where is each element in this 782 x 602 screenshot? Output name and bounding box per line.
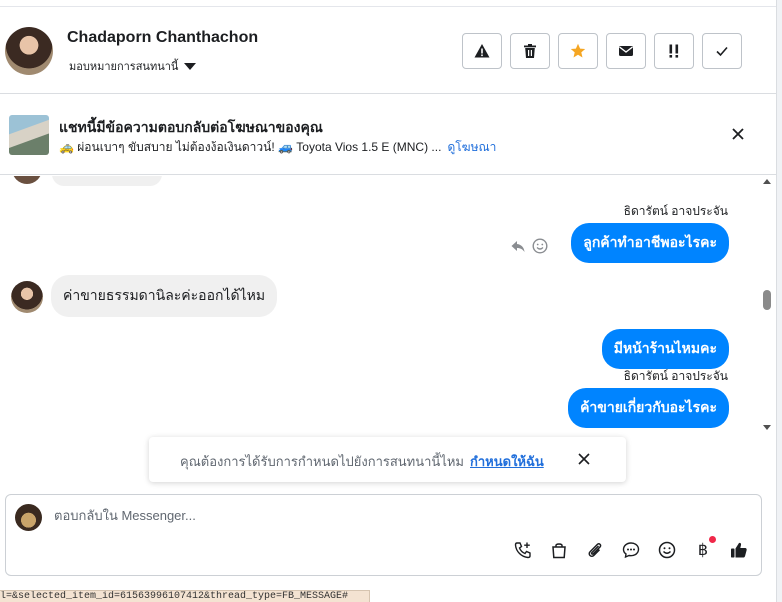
ad-banner-subtitle: 🚕 ผ่อนเบาๆ ขับสบาย ไม่ต้องง้อเงินดาวน์! …: [59, 138, 496, 157]
assign-label: มอบหมายการสนทนานี้: [69, 61, 179, 73]
window-edge: [776, 0, 782, 602]
message-hover-actions: [510, 238, 548, 254]
outgoing-message[interactable]: ลูกค้าทำอาชีพอะไรคะ: [571, 223, 729, 263]
contact-name[interactable]: Chadaporn Chanthachon: [67, 29, 258, 47]
reply-composer: ฿: [5, 494, 762, 576]
close-icon[interactable]: [577, 452, 591, 466]
mark-done-button[interactable]: [702, 33, 742, 69]
saved-replies-button[interactable]: [622, 540, 640, 560]
notification-dot: [709, 536, 716, 543]
star-icon: [570, 43, 586, 58]
incoming-bubble-partial: [52, 176, 162, 186]
ad-caption: 🚕 ผ่อนเบาๆ ขับสบาย ไม่ต้องง้อเงินดาวน์! …: [59, 140, 442, 154]
assign-prompt-toast: คุณต้องการได้รับการกำหนดไปยังการสนทนานี้…: [149, 437, 626, 482]
incoming-message[interactable]: ค่าขายธรรมดานิละค่ะออกได้ไหม: [51, 275, 278, 317]
priority-button[interactable]: [654, 33, 694, 69]
thumbs-up-icon: [731, 542, 747, 558]
shopping-bag-icon: [552, 543, 566, 559]
close-icon[interactable]: [729, 125, 747, 143]
like-button[interactable]: [730, 540, 748, 560]
warning-icon: [474, 44, 490, 58]
check-icon: [716, 46, 728, 57]
smiley-icon: [658, 541, 676, 559]
assign-conversation-dropdown[interactable]: มอบหมายการสนทนานี้: [69, 57, 197, 75]
scrollbar-thumb[interactable]: [763, 290, 771, 310]
sender-name: ธิดารัตน์ อาจประจัน: [623, 204, 728, 218]
assign-prompt-text: คุณต้องการได้รับการกำหนดไปยังการสนทนานี้…: [180, 451, 544, 472]
follow-up-button[interactable]: [558, 33, 598, 69]
assign-prompt-question: คุณต้องการได้รับการกำหนดไปยังการสนทนานี้…: [180, 454, 464, 469]
reply-input[interactable]: [54, 508, 694, 523]
envelope-icon: [619, 46, 633, 56]
caret-down-icon: [184, 63, 197, 70]
contact-avatar[interactable]: [5, 27, 53, 75]
assign-to-me-link[interactable]: กำหนดให้ฉัน: [470, 454, 544, 469]
sender-name: ธิดารัตน์ อาจประจัน: [623, 369, 728, 383]
mark-unread-button[interactable]: [606, 33, 646, 69]
composer-tools: ฿: [514, 536, 748, 560]
ad-reply-banner: แชทนี้มีข้อความตอบกลับต่อโฆษณาของคุณ 🚕 ผ…: [0, 95, 776, 175]
view-ad-link[interactable]: ดูโฆษณา: [447, 140, 496, 154]
outgoing-message[interactable]: มีหน้าร้านไหมคะ: [601, 329, 729, 369]
paperclip-icon: [588, 543, 602, 557]
attach-button[interactable]: [586, 540, 604, 560]
browser-status-url: l=&selected_item_id=61563996107412&threa…: [0, 590, 370, 602]
emoji-react-icon[interactable]: [532, 238, 548, 254]
message-thread[interactable]: ธิดารัตน์ อาจประจัน ลูกค้าทำอาชีพอะไรคะ …: [0, 176, 760, 434]
ad-thumbnail[interactable]: [9, 115, 49, 155]
call-button[interactable]: [514, 540, 532, 560]
ad-banner-title: แชทนี้มีข้อความตอบกลับต่อโฆษณาของคุณ: [59, 119, 323, 135]
mark-spam-button[interactable]: [462, 33, 502, 69]
scroll-up-arrow-icon[interactable]: [763, 179, 771, 184]
thread-scrollbar[interactable]: [760, 176, 774, 434]
emoji-button[interactable]: [658, 540, 676, 560]
delete-button[interactable]: [510, 33, 550, 69]
header-actions: [462, 33, 742, 69]
reply-icon[interactable]: [510, 238, 526, 254]
contact-avatar-small: [12, 176, 42, 184]
conversation-header: Chadaporn Chanthachon มอบหมายการสนทนานี้: [0, 6, 776, 94]
scroll-down-arrow-icon[interactable]: [763, 425, 771, 430]
baht-icon: ฿: [697, 542, 709, 559]
chat-bubble-icon: [622, 542, 640, 559]
shop-button[interactable]: [550, 540, 568, 560]
payment-button[interactable]: ฿: [694, 536, 716, 560]
phone-plus-icon: [514, 542, 531, 559]
contact-avatar-small[interactable]: [11, 281, 43, 313]
priority-icon: [669, 44, 679, 58]
page-avatar: [15, 504, 42, 531]
outgoing-message[interactable]: ค้าขายเกี่ยวกับอะไรคะ: [568, 388, 729, 428]
trash-icon: [524, 44, 536, 58]
